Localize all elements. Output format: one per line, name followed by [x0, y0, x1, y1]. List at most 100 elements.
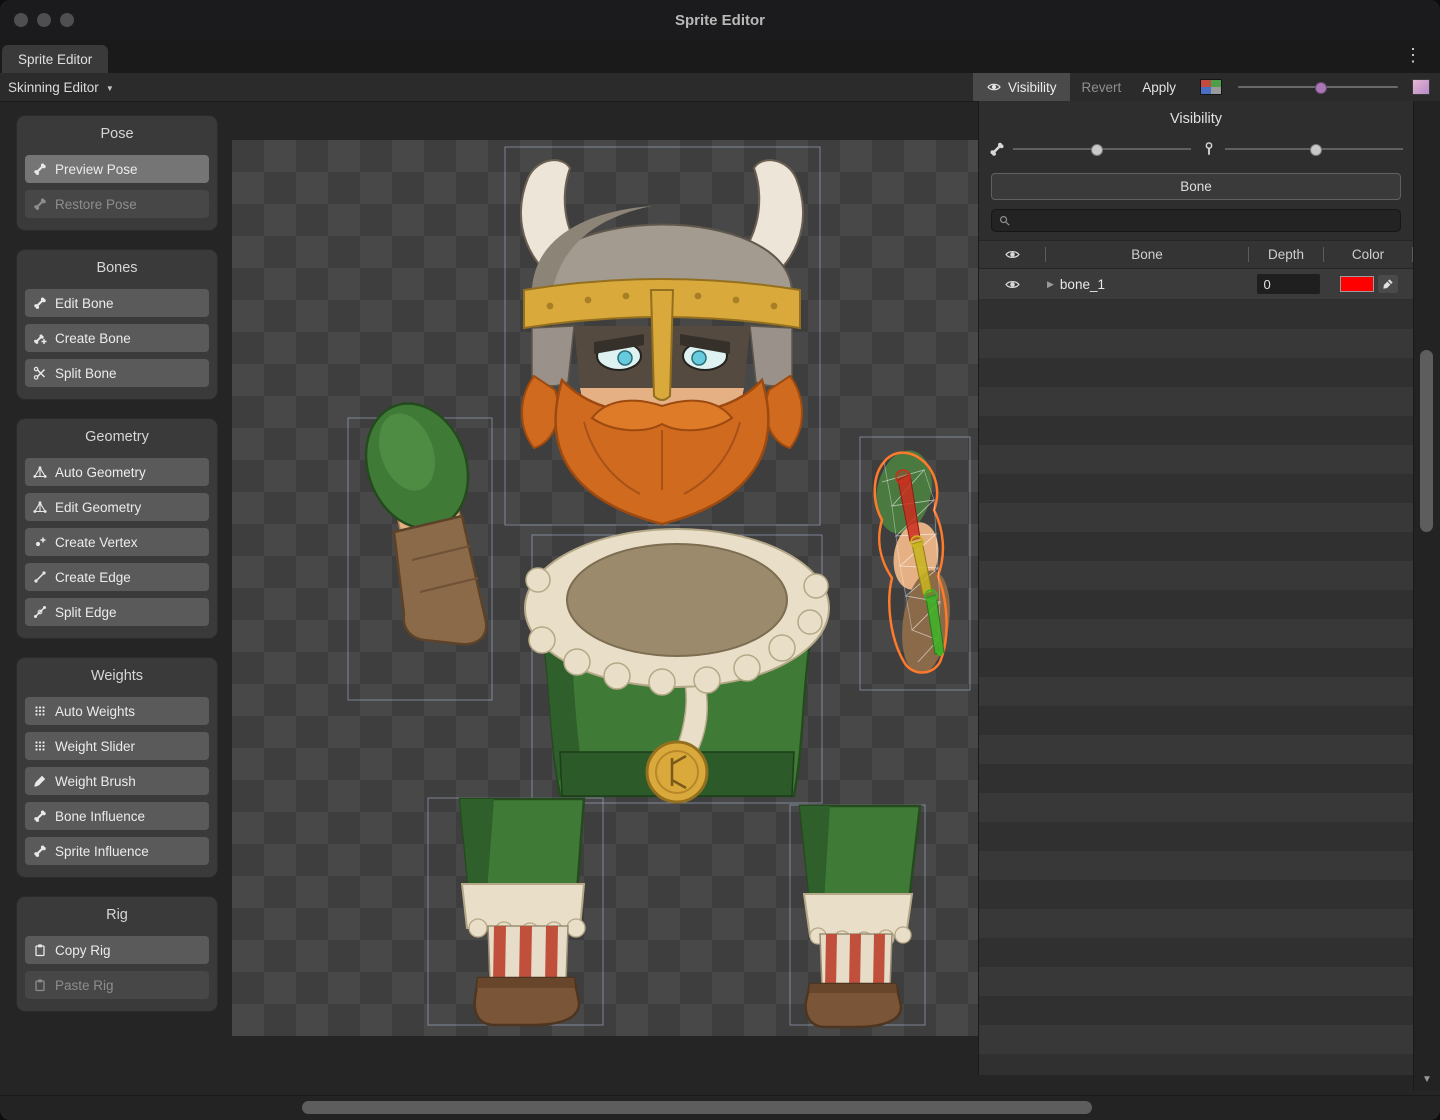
tab-label: Sprite Editor: [18, 52, 92, 67]
bone-table-header: Bone Depth Color: [979, 240, 1413, 269]
visibility-panel: Visibility Bone: [978, 101, 1413, 1075]
button-label: Auto Geometry: [55, 465, 146, 480]
vertical-scrollbar[interactable]: ▼: [1413, 101, 1440, 1091]
row-visibility-eye-icon[interactable]: [1005, 277, 1020, 292]
create-bone-icon: [33, 331, 47, 345]
zoom-window-button[interactable]: [60, 13, 74, 27]
visibility-column-eye-icon[interactable]: [1005, 247, 1020, 262]
weight-slider-button[interactable]: Weight Slider: [25, 732, 209, 760]
button-label: Split Bone: [55, 366, 117, 381]
create-bone-button[interactable]: Create Bone: [25, 324, 209, 352]
visibility-panel-title: Visibility: [979, 101, 1413, 135]
left-leg-sprite[interactable]: [460, 799, 585, 1025]
section-title: Pose: [25, 123, 209, 148]
section-weights: Weights Auto Weights Weight Slider Weigh…: [16, 657, 218, 878]
preview-pose-icon: [33, 162, 47, 176]
depth-column-header[interactable]: Depth: [1249, 247, 1323, 262]
left-cheek-guard: [532, 326, 574, 386]
section-geometry: Geometry Auto Geometry Edit Geometry Cre…: [16, 418, 218, 639]
scroll-down-arrow-icon[interactable]: ▼: [1414, 1074, 1440, 1085]
slider-track[interactable]: [1013, 143, 1191, 155]
sprite-influence-button[interactable]: Sprite Influence: [25, 837, 209, 865]
tab-bar: Sprite Editor ⋮: [0, 40, 1440, 73]
bone-color-swatch[interactable]: [1340, 276, 1374, 292]
tab-sprite-editor[interactable]: Sprite Editor: [2, 45, 108, 73]
eyedropper-button[interactable]: [1378, 275, 1398, 293]
split-edge-button[interactable]: Split Edge: [25, 598, 209, 626]
collar-inner: [567, 544, 787, 656]
rigged-arm-sprite[interactable]: [869, 445, 956, 676]
disclosure-triangle-icon[interactable]: ▶: [1047, 279, 1054, 290]
pant-stripes: [825, 934, 885, 988]
tool-panel: Pose Preview Pose Restore Pose Bones Edi…: [16, 115, 218, 1012]
slider-thumb[interactable]: [1315, 82, 1327, 94]
bone-opacity-icon: [989, 141, 1005, 157]
bone-size-slider[interactable]: [1201, 141, 1403, 157]
horizontal-scrollbar[interactable]: [0, 1095, 1440, 1120]
sprite-canvas[interactable]: [232, 140, 978, 1036]
empty-row-stripes: [979, 300, 1413, 1075]
titlebar: Sprite Editor: [0, 0, 1440, 41]
split-edge-icon: [33, 605, 47, 619]
sprite-editor-window: Sprite Editor Sprite Editor ⋮ Skinning E…: [0, 0, 1440, 1120]
color-column-header[interactable]: Color: [1324, 247, 1412, 262]
restore-pose-icon: [33, 197, 47, 211]
minimize-window-button[interactable]: [37, 13, 51, 27]
button-label: Create Bone: [55, 331, 131, 346]
visibility-sliders: [979, 135, 1413, 163]
section-pose: Pose Preview Pose Restore Pose: [16, 115, 218, 231]
bone-search-field[interactable]: [991, 209, 1401, 232]
editor-mode-dropdown[interactable]: Skinning Editor ▼: [8, 80, 114, 95]
weight-brush-button[interactable]: Weight Brush: [25, 767, 209, 795]
bone-table-row[interactable]: ▶ bone_1 0: [979, 269, 1413, 299]
edit-geometry-button[interactable]: Edit Geometry: [25, 493, 209, 521]
edit-bone-button[interactable]: Edit Bone: [25, 289, 209, 317]
auto-weights-button[interactable]: Auto Weights: [25, 697, 209, 725]
texture-channels-icon[interactable]: [1200, 79, 1222, 95]
bone-tab-button[interactable]: Bone: [991, 173, 1401, 200]
bone-search-input[interactable]: [1016, 212, 1394, 229]
mitten-arm-sprite[interactable]: [349, 389, 486, 644]
slider-track[interactable]: [1225, 143, 1403, 155]
section-title: Bones: [25, 257, 209, 282]
auto-weights-icon: [33, 704, 47, 718]
create-vertex-icon: [33, 535, 47, 549]
button-label: Split Edge: [55, 605, 117, 620]
button-label: Bone Influence: [55, 809, 145, 824]
visibility-toggle-button[interactable]: Visibility: [973, 73, 1071, 101]
apply-button[interactable]: Apply: [1132, 80, 1186, 95]
toolbar: Skinning Editor ▼ Visibility Revert Appl…: [0, 73, 1440, 102]
bone-size-icon: [1201, 141, 1217, 157]
texture-preview-icon[interactable]: [1412, 79, 1430, 95]
bone-tab-label: Bone: [1180, 179, 1212, 194]
create-edge-button[interactable]: Create Edge: [25, 563, 209, 591]
bone-influence-button[interactable]: Bone Influence: [25, 802, 209, 830]
weight-slider-icon: [33, 739, 47, 753]
weight-brush-icon: [33, 774, 47, 788]
preview-pose-button[interactable]: Preview Pose: [25, 155, 209, 183]
button-label: Paste Rig: [55, 978, 114, 993]
chevron-down-icon: ▼: [106, 82, 114, 93]
right-leg-sprite[interactable]: [800, 806, 920, 1027]
alpha-zoom-slider[interactable]: [1238, 80, 1398, 94]
section-title: Geometry: [25, 426, 209, 451]
auto-geometry-button[interactable]: Auto Geometry: [25, 458, 209, 486]
viking-head-sprite[interactable]: [521, 160, 803, 524]
button-label: Weight Slider: [55, 739, 135, 754]
split-bone-button[interactable]: Split Bone: [25, 359, 209, 387]
kebab-menu-icon[interactable]: ⋮: [1404, 45, 1422, 66]
torso-sprite[interactable]: [525, 529, 829, 802]
close-window-button[interactable]: [14, 13, 28, 27]
bone-column-header[interactable]: Bone: [1046, 247, 1248, 262]
editor-mode-label: Skinning Editor: [8, 80, 99, 95]
horizontal-scrollbar-thumb[interactable]: [302, 1101, 1092, 1114]
depth-input[interactable]: 0: [1257, 274, 1320, 294]
paste-rig-button[interactable]: Paste Rig: [25, 971, 209, 999]
restore-pose-button[interactable]: Restore Pose: [25, 190, 209, 218]
revert-button[interactable]: Revert: [1070, 80, 1132, 95]
bone-opacity-slider[interactable]: [989, 141, 1191, 157]
vertical-scrollbar-thumb[interactable]: [1420, 350, 1433, 532]
copy-rig-button[interactable]: Copy Rig: [25, 936, 209, 964]
create-vertex-button[interactable]: Create Vertex: [25, 528, 209, 556]
button-label: Weight Brush: [55, 774, 136, 789]
